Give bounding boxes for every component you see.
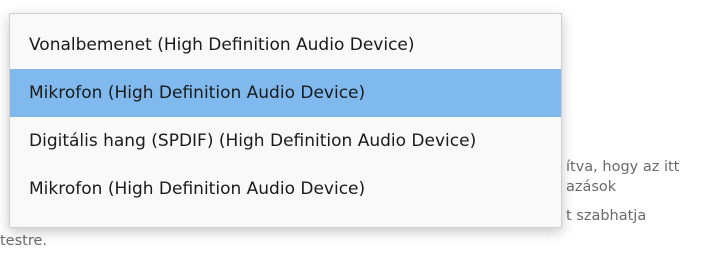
audio-input-device-dropdown[interactable]: Vonalbemenet (High Definition Audio Devi… xyxy=(9,13,562,228)
dropdown-option-microphone-selected[interactable]: Mikrofon (High Definition Audio Device) xyxy=(10,69,561,117)
description-fragment-3: t szabhatja xyxy=(566,208,647,224)
dropdown-option-digital-audio-spdif[interactable]: Digitális hang (SPDIF) (High Definition … xyxy=(10,117,561,165)
dropdown-option-microphone[interactable]: Mikrofon (High Definition Audio Device) xyxy=(10,165,561,213)
dropdown-option-line-in[interactable]: Vonalbemenet (High Definition Audio Devi… xyxy=(10,21,561,69)
option-label: Digitális hang (SPDIF) (High Definition … xyxy=(29,131,477,151)
option-label: Mikrofon (High Definition Audio Device) xyxy=(29,83,366,103)
option-label: Mikrofon (High Definition Audio Device) xyxy=(29,179,366,199)
description-fragment-2: azások xyxy=(566,179,617,195)
description-fragment-1: ítva, hogy az itt xyxy=(566,159,680,175)
description-fragment-4: testre. xyxy=(0,233,48,249)
option-label: Vonalbemenet (High Definition Audio Devi… xyxy=(29,35,415,55)
